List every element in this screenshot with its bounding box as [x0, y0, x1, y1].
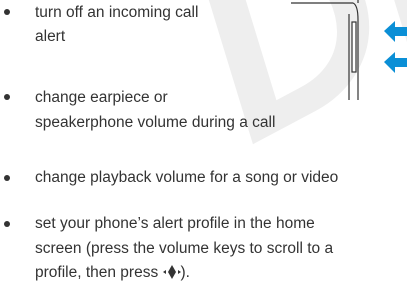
list-item-line: change earpiece or	[35, 89, 168, 106]
list-item-line: screen (press the volume keys to scroll …	[35, 240, 334, 257]
list-item-text: profile, then press	[35, 264, 163, 281]
volume-key-arrow-icon	[384, 21, 407, 42]
bullet-dot	[4, 9, 10, 15]
navigation-key-icon	[162, 265, 181, 279]
phone-outline	[291, 0, 359, 100]
list-item-text: ).	[180, 264, 190, 281]
bullet-dot	[4, 94, 10, 100]
volume-key-arrow-icon	[384, 52, 407, 73]
bullet-dot	[4, 221, 10, 227]
list-item-line: speakerphone volume during a call	[35, 114, 276, 131]
bullet-dot	[4, 175, 10, 181]
list-item-line: set your phone’s alert profile in the ho…	[35, 215, 315, 232]
list-item-line: turn off an incoming call	[35, 4, 199, 21]
list-item-line: alert	[35, 28, 66, 45]
list-item-line: change playback volume for a song or vid…	[35, 169, 339, 186]
list-item-line: profile, then press ).	[35, 260, 190, 285]
